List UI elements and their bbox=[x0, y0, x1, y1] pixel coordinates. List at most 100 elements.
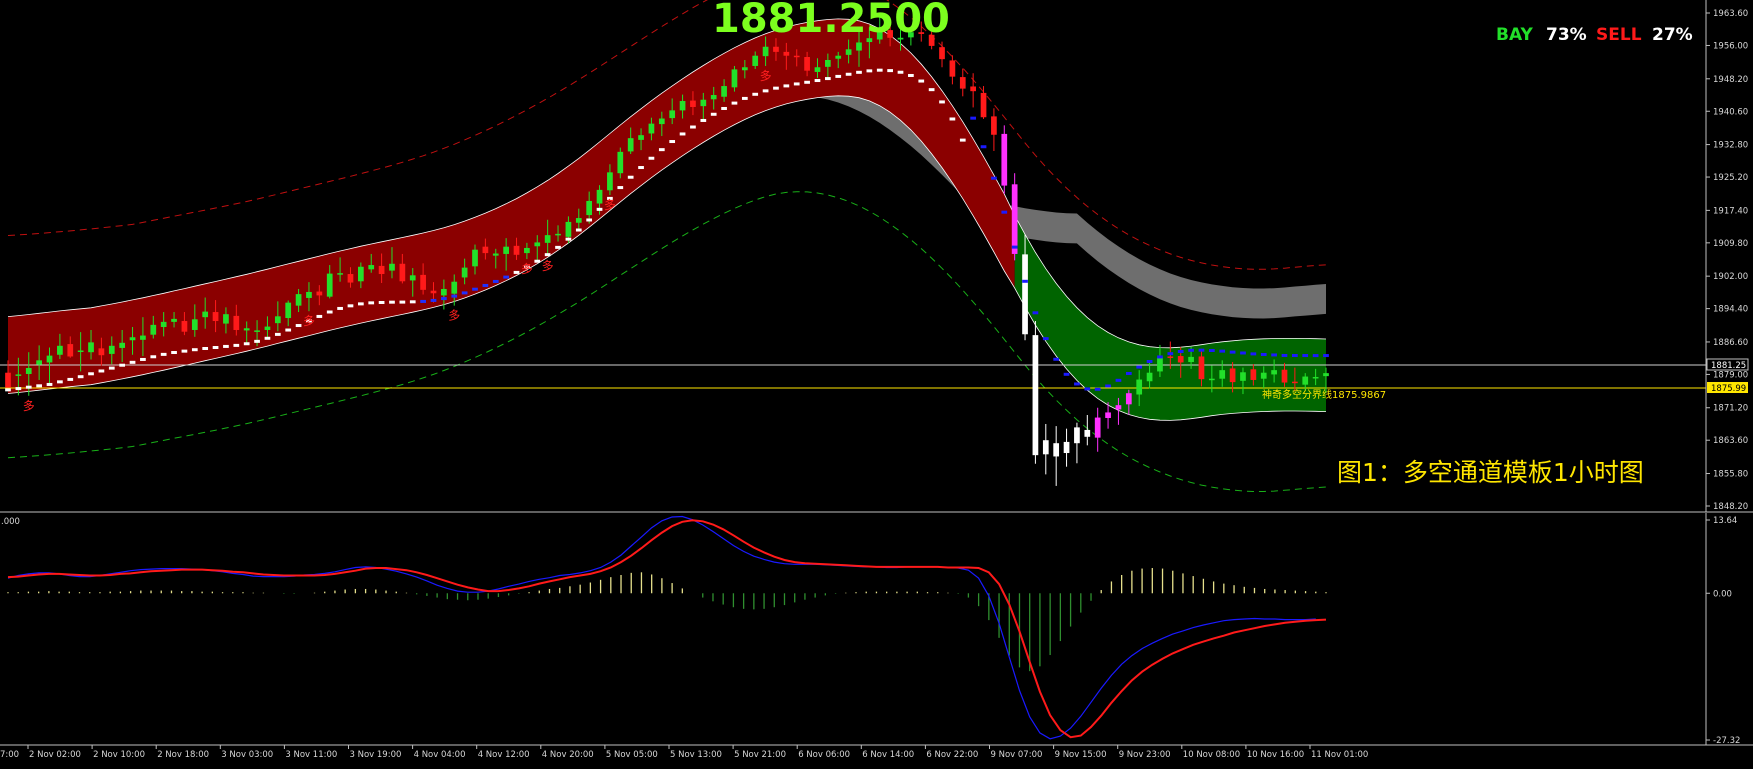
trail-dot bbox=[409, 300, 416, 304]
macd-left-label: .000 bbox=[1, 517, 20, 527]
sell-label: SELL bbox=[1596, 25, 1642, 45]
candle-body bbox=[1229, 368, 1236, 383]
trail-dot bbox=[181, 349, 188, 353]
trail-dot bbox=[596, 207, 603, 211]
trail-dot bbox=[254, 339, 260, 343]
trail-dot bbox=[939, 100, 945, 104]
candle-body bbox=[1022, 254, 1028, 335]
trail-dot bbox=[1146, 359, 1153, 363]
trail-dot bbox=[503, 275, 509, 279]
trail-dot bbox=[1001, 210, 1008, 214]
price-tick-label: 1940.60 bbox=[1713, 107, 1748, 117]
trail-dot bbox=[285, 328, 292, 332]
candle-body bbox=[378, 265, 385, 275]
candle-body bbox=[202, 311, 209, 318]
candle-body bbox=[970, 86, 977, 92]
trail-dot bbox=[5, 388, 11, 392]
trail-dot bbox=[223, 344, 229, 348]
trail-dot bbox=[326, 310, 333, 314]
candle-body bbox=[1146, 372, 1153, 382]
trail-dot bbox=[991, 176, 997, 180]
trail-dot bbox=[876, 68, 883, 72]
trail-dot bbox=[949, 117, 956, 121]
trail-dot bbox=[1042, 337, 1049, 341]
trail-dot bbox=[1105, 384, 1111, 388]
candle-body bbox=[658, 118, 665, 125]
candle-body bbox=[617, 151, 624, 174]
trail-dot bbox=[1167, 352, 1174, 356]
trail-dot bbox=[1157, 355, 1163, 359]
time-tick-label: 6 Nov 22:00 bbox=[926, 750, 978, 760]
price-tick-label: 1848.20 bbox=[1713, 502, 1748, 512]
candle-body bbox=[1157, 357, 1163, 372]
candle-body bbox=[67, 344, 74, 357]
candle-body bbox=[1323, 373, 1329, 377]
duo-marker: 多 bbox=[448, 309, 460, 323]
trail-dot bbox=[669, 140, 676, 144]
time-axis-first-label: 7:00 bbox=[0, 750, 19, 760]
time-tick-label: 3 Nov 03:00 bbox=[221, 750, 273, 760]
candle-body bbox=[1011, 184, 1018, 254]
candle-body bbox=[1001, 133, 1008, 186]
candle-body bbox=[804, 57, 810, 71]
candle-body bbox=[160, 321, 167, 327]
candle-body bbox=[1198, 356, 1205, 380]
duo-marker: 多 bbox=[604, 198, 616, 212]
trail-dot bbox=[679, 132, 686, 136]
price-tick-label: 1948.20 bbox=[1713, 75, 1748, 85]
duo-marker: 多 bbox=[760, 69, 772, 83]
sell-percent: 27% bbox=[1652, 25, 1693, 45]
candle-body bbox=[835, 55, 842, 59]
price-tick-label: 1886.60 bbox=[1713, 338, 1748, 348]
candle-body bbox=[285, 302, 292, 319]
candle-body bbox=[129, 337, 136, 341]
trail-dot bbox=[617, 186, 624, 190]
trail-dot bbox=[1250, 352, 1257, 356]
candle-body bbox=[399, 263, 406, 282]
trail-dot bbox=[77, 375, 84, 379]
duo-marker: 多 bbox=[23, 399, 35, 413]
candle-body bbox=[814, 67, 821, 72]
candle-body bbox=[233, 315, 240, 330]
candle-body bbox=[513, 245, 520, 255]
candle-body bbox=[1042, 440, 1049, 455]
candle-body bbox=[762, 46, 769, 57]
trail-dot bbox=[1188, 348, 1194, 352]
candle-body bbox=[441, 288, 447, 296]
candle-body bbox=[575, 218, 582, 223]
duo-marker: 多 bbox=[303, 314, 315, 328]
macd-tick-label: 13.64 bbox=[1713, 516, 1737, 526]
candle-body bbox=[46, 355, 53, 363]
trail-dot bbox=[264, 336, 271, 340]
candle-body bbox=[710, 95, 717, 100]
trail-dot bbox=[1084, 387, 1091, 391]
trail-dot bbox=[88, 372, 94, 376]
time-axis: 7:00 2 Nov 02:00 2 Nov 10:00 2 Nov 18:00 3 … bbox=[0, 745, 1368, 760]
time-tick-label: 5 Nov 13:00 bbox=[670, 750, 722, 760]
candle-body bbox=[679, 101, 686, 111]
candle-body bbox=[1063, 441, 1070, 454]
trail-dot bbox=[1302, 354, 1309, 358]
candle-body bbox=[1281, 369, 1288, 383]
trail-dot bbox=[1281, 353, 1288, 357]
trail-dot bbox=[565, 237, 572, 241]
trail-dot bbox=[243, 342, 250, 346]
candle-body bbox=[991, 116, 997, 135]
trail-dot bbox=[658, 148, 665, 152]
candle-body bbox=[793, 55, 800, 58]
trail-dot bbox=[160, 352, 167, 356]
trail-dot bbox=[15, 387, 22, 391]
candle-body bbox=[223, 314, 229, 324]
duo-marker: 多 bbox=[521, 262, 533, 276]
trail-dot bbox=[1229, 350, 1236, 354]
trail-dot bbox=[46, 382, 53, 386]
trail-dot bbox=[1271, 353, 1277, 357]
trail-dot bbox=[627, 175, 634, 179]
trail-dot bbox=[191, 348, 198, 352]
boundary-line-text: 神奇多空分界线1875.9867 bbox=[1262, 388, 1386, 401]
trail-dot bbox=[441, 297, 447, 301]
candle-body bbox=[1271, 370, 1277, 375]
trail-dot bbox=[399, 300, 406, 304]
candle-body bbox=[980, 92, 987, 118]
price-tick-label: 1894.40 bbox=[1713, 305, 1748, 315]
